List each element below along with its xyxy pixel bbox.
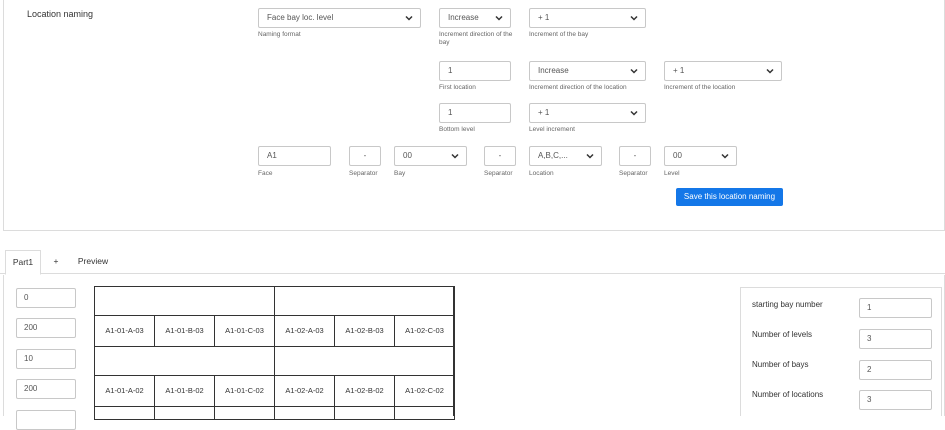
bay-header-2: [274, 286, 455, 316]
grid-cell: [94, 406, 155, 420]
number-of-bays-input[interactable]: 2: [859, 360, 932, 380]
grid-cell: [154, 406, 215, 420]
naming-format-select[interactable]: Face bay loc. level: [258, 8, 421, 28]
tab-preview[interactable]: Preview: [72, 250, 114, 274]
number-of-levels-label: Number of levels: [752, 330, 813, 339]
level-format-select[interactable]: 00: [664, 146, 737, 166]
save-location-naming-button[interactable]: Save this location naming: [676, 188, 783, 206]
chevron-down-icon: [586, 153, 594, 159]
first-location-hint: First location: [439, 84, 476, 91]
location-direction-hint: Increment direction of the location: [529, 84, 627, 91]
naming-format-value: Face bay loc. level: [267, 13, 334, 22]
starting-bay-number-input[interactable]: 1: [859, 298, 932, 318]
left-input-3[interactable]: 10: [16, 349, 76, 369]
number-of-locations-label: Number of locations: [752, 390, 824, 399]
grid-cell: A1-02-C-03: [394, 315, 455, 347]
bay-spacer-2: [274, 346, 455, 376]
grid-cell: A1-02-B-02: [334, 375, 395, 407]
separator-2-hint: Separator: [484, 170, 513, 177]
bay-format-hint: Bay: [394, 170, 406, 177]
separator-1-input[interactable]: -: [349, 146, 381, 166]
left-input-4[interactable]: 200: [16, 379, 76, 399]
starting-bay-number-label: starting bay number: [752, 300, 823, 309]
location-format-hint: Location: [529, 170, 554, 177]
chevron-down-icon: [495, 15, 503, 21]
grid-cell: A1-01-B-03: [154, 315, 215, 347]
level-format-hint: Level: [664, 170, 680, 177]
face-input[interactable]: A1: [258, 146, 331, 166]
chevron-down-icon: [405, 15, 413, 21]
separator-1-hint: Separator: [349, 170, 378, 177]
naming-format-hint: Naming format: [258, 31, 301, 38]
location-increment-select[interactable]: + 1: [664, 61, 782, 81]
grid-cell: A1-01-A-03: [94, 315, 155, 347]
chevron-down-icon: [766, 68, 774, 74]
location-increment-value: + 1: [673, 66, 685, 75]
separator-3-hint: Separator: [619, 170, 648, 177]
grid-cell: A1-02-A-03: [274, 315, 335, 347]
left-input-2[interactable]: 200: [16, 318, 76, 338]
bottom-level-hint: Bottom level: [439, 126, 475, 133]
tab-part1[interactable]: Part1: [5, 250, 41, 275]
location-grid: A1-01-A-03 A1-01-B-03 A1-01-C-03 A1-02-A…: [94, 286, 455, 420]
bay-direction-select[interactable]: Increase: [439, 8, 511, 28]
first-location-input[interactable]: 1: [439, 61, 511, 81]
location-direction-select[interactable]: Increase: [529, 61, 646, 81]
separator-2-input[interactable]: -: [484, 146, 516, 166]
number-of-levels-input[interactable]: 3: [859, 329, 932, 349]
bay-increment-value: + 1: [538, 13, 550, 22]
grid-cell: [394, 406, 455, 420]
grid-cell: A1-02-B-03: [334, 315, 395, 347]
location-naming-label: Location naming: [27, 9, 94, 19]
bay-spacer-1: [94, 346, 275, 376]
grid-cell: A1-02-A-02: [274, 375, 335, 407]
grid-cell: A1-01-A-02: [94, 375, 155, 407]
grid-cell: [274, 406, 335, 420]
bay-direction-value: Increase: [448, 13, 479, 22]
grid-cell: A1-02-C-02: [394, 375, 455, 407]
location-increment-hint: Increment of the location: [664, 84, 736, 91]
location-format-value: A,B,C,...: [538, 151, 568, 160]
level-increment-value: + 1: [538, 108, 550, 117]
grid-cell: [214, 406, 275, 420]
level-increment-hint: Level increment: [529, 126, 575, 133]
grid-cell: A1-01-C-02: [214, 375, 275, 407]
tab-add[interactable]: +: [46, 250, 66, 274]
bottom-level-input[interactable]: 1: [439, 103, 511, 123]
grid-cell: A1-01-B-02: [154, 375, 215, 407]
bay-direction-hint: Increment direction of the bay: [439, 31, 513, 46]
number-of-bays-label: Number of bays: [752, 360, 809, 369]
chevron-down-icon: [630, 110, 638, 116]
chevron-down-icon: [721, 153, 729, 159]
face-hint: Face: [258, 170, 273, 177]
bay-increment-hint: Increment of the bay: [529, 31, 589, 38]
level-increment-select[interactable]: + 1: [529, 103, 646, 123]
separator-3-input[interactable]: -: [619, 146, 651, 166]
chevron-down-icon: [630, 68, 638, 74]
bay-increment-select[interactable]: + 1: [529, 8, 646, 28]
chevron-down-icon: [451, 153, 459, 159]
grid-cell: A1-01-C-03: [214, 315, 275, 347]
left-input-1[interactable]: 0: [16, 288, 76, 308]
left-input-5[interactable]: [16, 410, 76, 430]
bay-format-value: 00: [403, 151, 412, 160]
number-of-locations-input[interactable]: 3: [859, 390, 932, 410]
grid-cell: [334, 406, 395, 420]
location-format-select[interactable]: A,B,C,...: [529, 146, 602, 166]
bay-format-select[interactable]: 00: [394, 146, 467, 166]
tab-bar: Part1 + Preview: [0, 250, 945, 275]
chevron-down-icon: [630, 15, 638, 21]
level-format-value: 00: [673, 151, 682, 160]
location-direction-value: Increase: [538, 66, 569, 75]
bay-header-1: [94, 286, 275, 316]
